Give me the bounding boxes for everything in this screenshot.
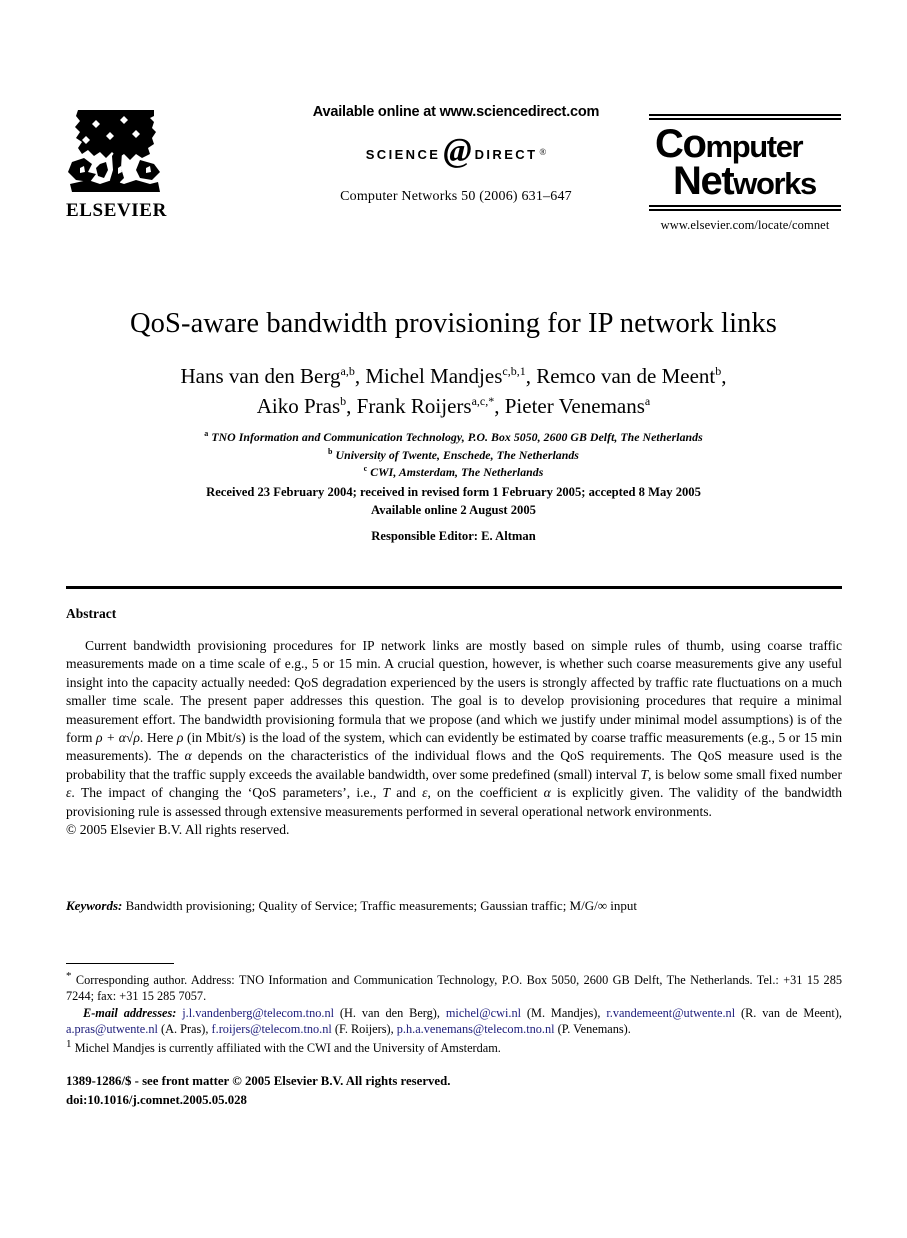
abstract-text-1: Current bandwidth provisioning procedure… [66,638,842,746]
author-list: Hans van den Berga,b, Michel Mandjesc,b,… [66,362,841,422]
author-affil-mark: a,b [340,364,355,378]
abstract-body: Current bandwidth provisioning procedure… [66,637,842,839]
abstract-copyright: © 2005 Elsevier B.V. All rights reserved… [66,822,290,838]
email-owner: (A. Pras), [157,1021,212,1036]
symbol-T: T [640,766,649,782]
footnote-block: * Corresponding author. Address: TNO Inf… [66,969,842,1056]
responsible-editor: Responsible Editor: E. Altman [371,529,536,543]
keywords-line: Keywords: Bandwidth provisioning; Qualit… [66,898,842,915]
author-line-1: Hans van den Berga,b, Michel Mandjesc,b,… [66,362,841,392]
abstract-text-8: , on the coefficient [427,785,544,801]
abstract-text-2: . Here [139,730,177,746]
email-link[interactable]: a.pras@utwente.nl [66,1022,158,1036]
available-online-date: Available online 2 August 2005 [371,502,536,517]
author-name: Aiko Pras [256,393,341,418]
journal-logo: Computer Networks www.elsevier.com/locat… [649,114,841,233]
imprint-block: 1389-1286/$ - see front matter © 2005 El… [66,1072,666,1109]
history-dates: Received 23 February 2004; received in r… [66,484,841,520]
author-affil-mark: a [644,393,651,408]
sciencedirect-science-word: SCIENCE [365,146,441,162]
email-owner: (F. Roijers), [331,1021,397,1036]
email-link[interactable]: r.vandemeent@utwente.nl [606,1006,735,1020]
abstract-text-5: , is below some small fixed number [648,766,842,782]
affiliation-item: a TNO Information and Communication Tech… [66,428,841,446]
keywords-label: Keywords: [66,898,123,913]
sciencedirect-direct-word: DIRECT [474,146,538,162]
journal-citation: Computer Networks 50 (2006) 631–647 [340,189,572,204]
journal-logo-bottom-rule [649,204,841,211]
journal-logo-line-2: Networks [649,161,841,201]
footnote-corresponding-text: Corresponding author. Address: TNO Infor… [66,973,842,1004]
journal-logo-puter: puter [731,129,804,164]
paper-first-page: ELSEVIER Available online at www.science… [0,0,907,1238]
affiliation-list: a TNO Information and Communication Tech… [66,428,841,481]
masthead: ELSEVIER Available online at www.science… [66,104,841,244]
author-name: Hans van den Berg [180,364,341,388]
author-name: , Michel Mandjes [354,364,503,388]
footnote-emails: E-mail addresses: j.l.vandenberg@telecom… [66,1005,842,1037]
affiliation-item: c CWI, Amsterdam, The Netherlands [66,463,841,481]
email-addresses-label: E-mail addresses: [83,1005,177,1020]
affiliation-mark: b [328,446,333,456]
email-owner: (H. van den Berg), [334,1005,446,1020]
author-affil-mark: a,c,* [471,393,495,408]
author-line-2: Aiko Prasb, Frank Roijersa,c,*, Pieter V… [66,392,841,422]
author-affil-mark: c,b,1 [502,364,526,378]
affiliation-mark: c [363,464,368,474]
received-dates: Received 23 February 2004; received in r… [206,485,701,499]
abstract-divider-rule [66,586,842,589]
footnote-divider-rule [66,963,174,965]
formula-rho-plus-alpha-sqrt-rho: ρ + α√ρ [95,730,140,746]
author-name: , Remco van de Meent [525,364,716,388]
affiliation-text: CWI, Amsterdam, The Netherlands [370,465,544,480]
affiliation-item: b University of Twente, Enschede, The Ne… [66,446,841,464]
author-name: , Pieter Venemans [494,393,645,418]
email-link[interactable]: j.l.vandenberg@telecom.tno.nl [182,1006,334,1020]
doi-line: doi:10.1016/j.comnet.2005.05.028 [66,1092,247,1107]
journal-logo-works: works [733,165,817,201]
elsevier-tree-icon [66,106,166,198]
email-owner: (R. van de Meent), [735,1005,842,1020]
abstract-text-7: and [390,785,423,801]
journal-logo-top-rule [649,114,841,120]
registered-trademark-icon: ® [539,147,547,157]
affiliation-mark: a [204,429,209,438]
email-link[interactable]: p.h.a.venemans@telecom.tno.nl [397,1022,555,1036]
email-link[interactable]: f.roijers@telecom.tno.nl [212,1022,332,1036]
journal-url: www.elsevier.com/locate/comnet [660,217,830,232]
affiliation-text: University of Twente, Enschede, The Neth… [335,447,579,462]
footnote-corresponding-author: * Corresponding author. Address: TNO Inf… [66,969,842,1005]
abstract-text-6: . The impact of changing the ‘QoS parame… [71,785,383,801]
affiliation-text: TNO Information and Communication Techno… [211,429,703,444]
abstract-heading: Abstract [66,606,117,621]
symbol-alpha: α [543,785,551,801]
journal-logo-line-1: Computer [649,124,841,164]
sciencedirect-block: Available online at www.sciencedirect.co… [256,104,656,205]
issn-front-matter: 1389-1286/$ - see front matter © 2005 El… [66,1074,451,1088]
email-owner: (P. Venemans). [554,1021,631,1036]
page-title: QoS-aware bandwidth provisioning for IP … [130,308,777,340]
author-separator: , [721,364,727,388]
email-owner: (M. Mandjes), [521,1005,607,1020]
available-online-text: Available online at www.sciencedirect.co… [312,104,600,120]
journal-logo-net: Net [673,158,735,203]
symbol-alpha: α [184,748,192,764]
symbol-T: T [382,785,391,801]
author-name: , Frank Roijers [346,393,472,418]
abstract-paragraph: Current bandwidth provisioning procedure… [66,637,842,821]
keywords-text: Bandwidth provisioning; Quality of Servi… [122,898,637,913]
footnote-note-1-text: Michel Mandjes is currently affiliated w… [71,1041,501,1056]
email-link[interactable]: michel@cwi.nl [446,1006,521,1020]
elsevier-wordmark: ELSEVIER [66,200,167,221]
elsevier-logo: ELSEVIER [66,106,178,224]
footnote-note-1: 1 Michel Mandjes is currently affiliated… [66,1037,842,1056]
at-symbol-icon: @ [443,132,472,169]
sciencedirect-logo: SCIENCE @ DIRECT ® [256,132,656,169]
